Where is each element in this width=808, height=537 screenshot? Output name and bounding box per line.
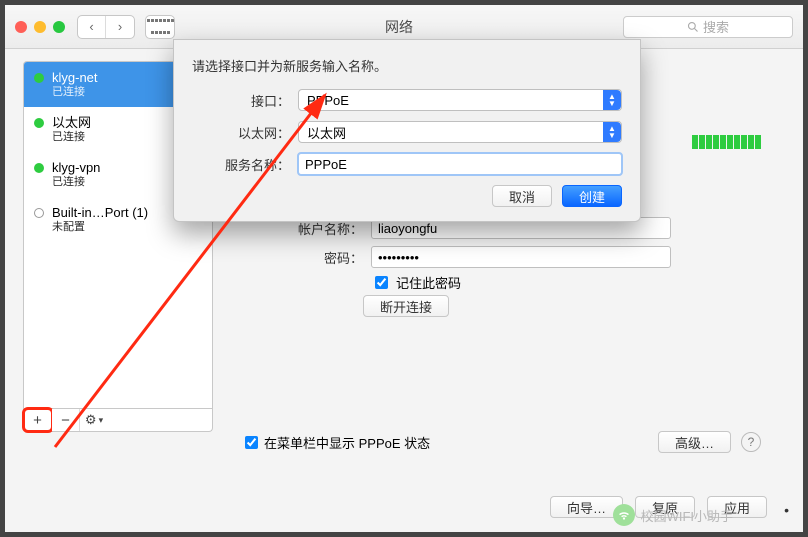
interface-value: PPPoE bbox=[307, 93, 349, 108]
password-row: 密码： bbox=[283, 246, 671, 268]
close-icon[interactable] bbox=[15, 21, 27, 33]
prefs-window: ‹ › 网络 搜索 klyg-net 已连接 bbox=[0, 0, 808, 537]
search-icon bbox=[687, 21, 699, 33]
show-status-label: 在菜单栏中显示 PPPoE 状态 bbox=[264, 433, 430, 452]
wifi-icon bbox=[613, 504, 635, 526]
advanced-row: 在菜单栏中显示 PPPoE 状态 高级… ? bbox=[213, 431, 785, 453]
signal-icon bbox=[692, 135, 761, 149]
interface-row: 接口： PPPoE ▲▼ bbox=[192, 89, 622, 111]
updown-icon: ▲▼ bbox=[603, 90, 621, 110]
watermark: 校园WIFI小助手 bbox=[613, 504, 733, 526]
service-status: 已连接 bbox=[52, 131, 91, 145]
show-status-checkbox-row: 在菜单栏中显示 PPPoE 状态 bbox=[245, 433, 430, 452]
zoom-icon[interactable] bbox=[53, 21, 65, 33]
service-name: 以太网 bbox=[52, 115, 91, 131]
status-led-icon bbox=[34, 118, 44, 128]
ethernet-label: 以太网： bbox=[192, 123, 290, 142]
interface-label: 接口： bbox=[192, 91, 290, 110]
chevron-right-icon[interactable]: › bbox=[106, 16, 134, 38]
password-input[interactable] bbox=[371, 246, 671, 268]
show-status-checkbox[interactable] bbox=[245, 436, 258, 449]
chevron-left-icon[interactable]: ‹ bbox=[78, 16, 106, 38]
advanced-button[interactable]: 高级… bbox=[658, 431, 731, 453]
disconnect-row: 断开连接 bbox=[363, 295, 449, 317]
show-all-button[interactable] bbox=[145, 15, 175, 39]
page-dot: • bbox=[784, 502, 789, 518]
status-led-icon bbox=[34, 73, 44, 83]
watermark-text: 校园WIFI小助手 bbox=[641, 506, 733, 525]
gear-icon: ⚙︎ bbox=[85, 412, 97, 428]
sheet-title: 请选择接口并为新服务输入名称。 bbox=[192, 56, 622, 75]
remember-row: 记住此密码 bbox=[375, 273, 461, 292]
service-status: 已连接 bbox=[52, 86, 98, 100]
traffic-lights bbox=[15, 21, 65, 33]
minimize-icon[interactable] bbox=[34, 21, 46, 33]
remove-service-button[interactable]: − bbox=[52, 409, 80, 431]
create-button[interactable]: 创建 bbox=[562, 185, 622, 207]
status-led-icon bbox=[34, 163, 44, 173]
grid-icon bbox=[146, 16, 174, 38]
disconnect-button[interactable]: 断开连接 bbox=[363, 295, 449, 317]
service-status: 未配置 bbox=[52, 221, 148, 235]
service-status: 已连接 bbox=[52, 176, 100, 190]
password-label: 密码： bbox=[283, 248, 363, 267]
service-name-row: 服务名称： bbox=[192, 153, 622, 175]
ethernet-row: 以太网： 以太网 ▲▼ bbox=[192, 121, 622, 143]
service-gear-button[interactable]: ⚙︎▾ bbox=[80, 409, 108, 431]
new-service-sheet: 请选择接口并为新服务输入名称。 接口： PPPoE ▲▼ 以太网： 以太网 ▲▼… bbox=[173, 39, 641, 222]
nav-back-forward[interactable]: ‹ › bbox=[77, 15, 135, 39]
cancel-button[interactable]: 取消 bbox=[492, 185, 552, 207]
service-name: klyg-vpn bbox=[52, 160, 100, 176]
service-name: Built-in…Port (1) bbox=[52, 205, 148, 221]
remember-checkbox[interactable] bbox=[375, 276, 388, 289]
ethernet-select[interactable]: 以太网 ▲▼ bbox=[298, 121, 622, 143]
chevron-down-icon: ▾ bbox=[99, 415, 104, 426]
window-title: 网络 bbox=[175, 17, 623, 37]
service-name-input[interactable] bbox=[298, 153, 622, 175]
service-name: klyg-net bbox=[52, 70, 98, 86]
service-list-controls: + − ⚙︎▾ bbox=[23, 409, 213, 432]
add-service-button[interactable]: + bbox=[24, 409, 52, 431]
interface-select[interactable]: PPPoE ▲▼ bbox=[298, 89, 622, 111]
remember-label: 记住此密码 bbox=[396, 273, 461, 292]
search-placeholder: 搜索 bbox=[703, 17, 729, 36]
ethernet-value: 以太网 bbox=[307, 123, 346, 142]
status-led-icon bbox=[34, 208, 44, 218]
updown-icon: ▲▼ bbox=[603, 122, 621, 142]
help-button[interactable]: ? bbox=[741, 432, 761, 452]
search-input[interactable]: 搜索 bbox=[623, 16, 793, 38]
service-name-label: 服务名称： bbox=[192, 155, 290, 174]
